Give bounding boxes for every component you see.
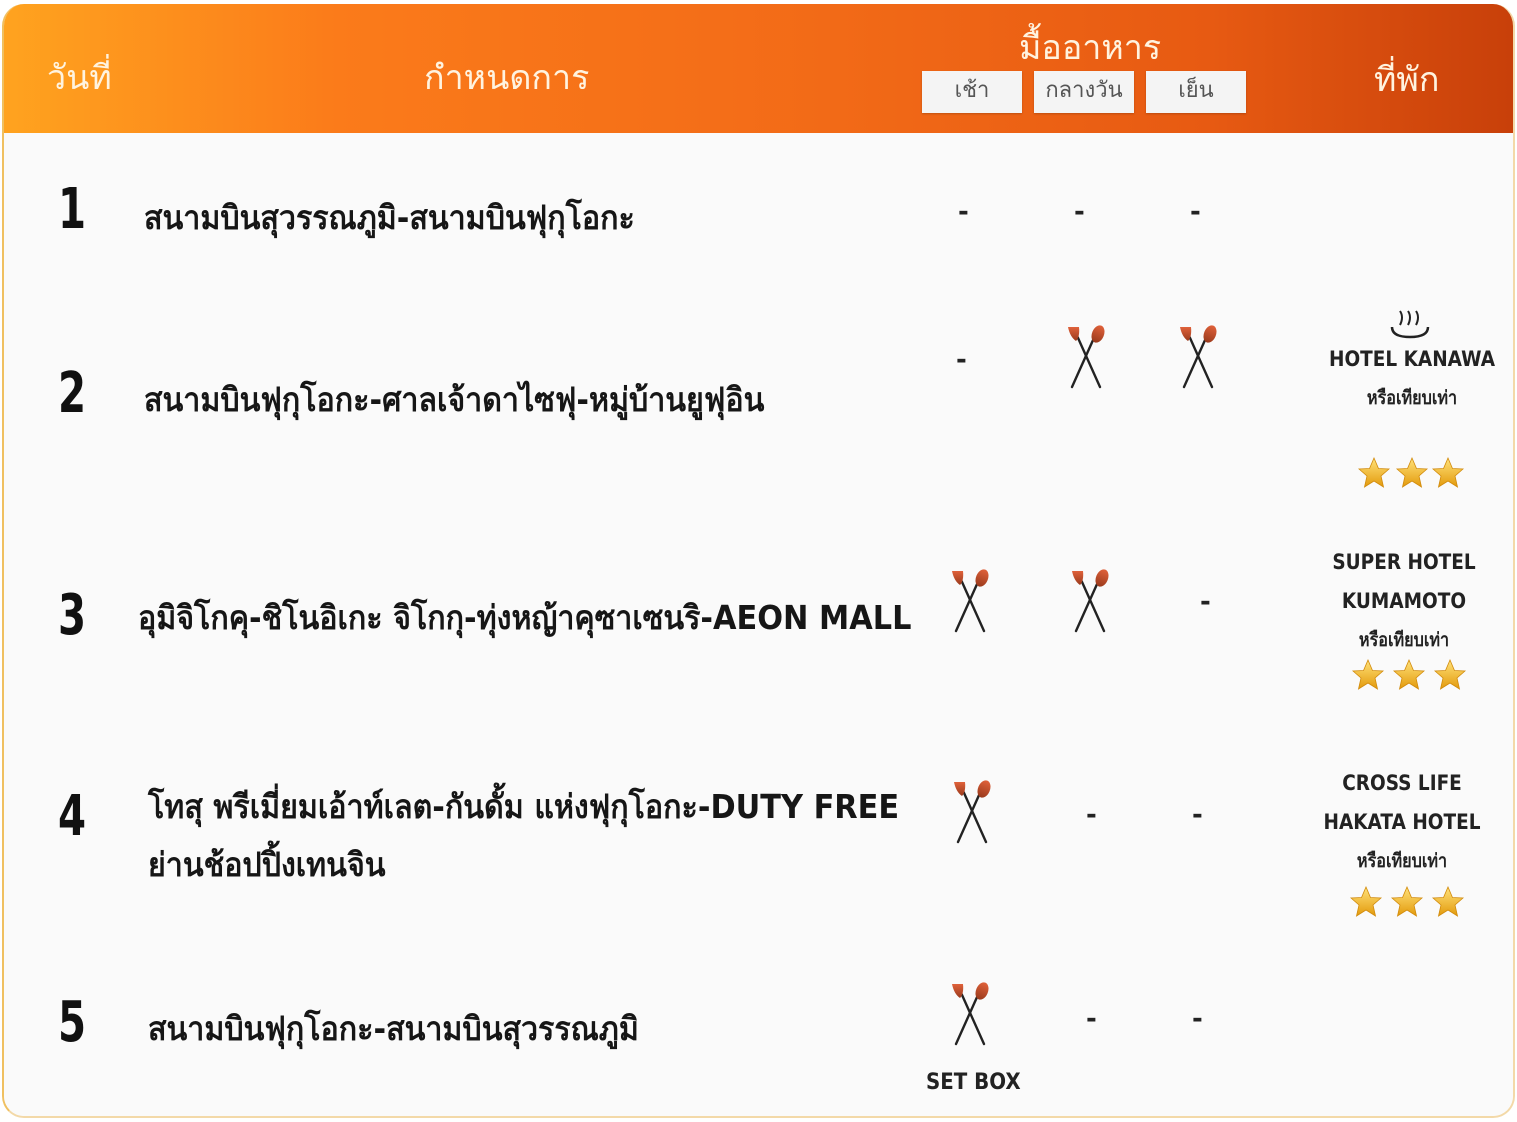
- meal-dinner-none: -: [1192, 800, 1203, 830]
- itinerary-text: อุมิจิโกคุ-ชิโนอิเกะ จิโกกุ-ทุ่งหญ้าคุซา…: [138, 598, 912, 637]
- day-number: 2: [58, 361, 87, 426]
- meal-dinner-none: -: [1192, 1004, 1203, 1034]
- table-row: 2 สนามบินฟุกุโอกะ-ศาลเจ้าดาไซฟุ-หมู่บ้าน…: [4, 285, 1513, 511]
- hotel-info: SUPER HOTEL KUMAMOTO หรือเทียบเท่า: [1304, 543, 1504, 660]
- table-row: 3 อุมิจิโกคุ-ชิโนอิเกะ จิโกกุ-ทุ่งหญ้าคุ…: [4, 509, 1513, 734]
- itinerary-table: วันที่ กำหนดการ มื้ออาหาร ที่พัก เช้า กล…: [2, 4, 1515, 1118]
- table-row: 4 โทสุ พรีเมี่ยมเอ้าท์เลต-กันดั้ม แห่งฟุ…: [4, 732, 1513, 942]
- header-hotel: ที่พัก: [1374, 60, 1440, 100]
- header-meal-lunch: กลางวัน: [1034, 71, 1134, 113]
- hotel-name: HOTEL KANAWA: [1328, 347, 1496, 371]
- hotel-name: CROSS LIFE: [1342, 771, 1462, 795]
- onsen-icon: [1390, 310, 1430, 339]
- header-meal-dinner: เย็น: [1146, 71, 1246, 113]
- meal-lunch-none: -: [1074, 197, 1085, 227]
- table-row: 5 สนามบินฟุกุโอกะ-สนามบินสุวรรณภูมิ SET …: [4, 940, 1513, 1116]
- header-meal-breakfast: เช้า: [922, 71, 1022, 113]
- day-number: 4: [58, 784, 87, 849]
- hotel-name-line2: HAKATA HOTEL: [1323, 810, 1481, 834]
- header-itinerary: กำหนดการ: [424, 58, 590, 98]
- itinerary-text: สนามบินฟุกุโอกะ-สนามบินสุวรรณภูมิ: [148, 1009, 639, 1048]
- meal-breakfast-icon: [950, 569, 993, 633]
- meal-lunch-none: -: [1086, 800, 1097, 830]
- hotel-or-equivalent: หรือเทียบเท่า: [1356, 850, 1448, 872]
- meal-lunch-icon: [1066, 325, 1109, 389]
- hotel-or-equivalent: หรือเทียบเท่า: [1366, 387, 1458, 409]
- day-number: 5: [58, 990, 87, 1055]
- itinerary-text: สนามบินสุวรรณภูมิ-สนามบินฟุกุโอกะ: [144, 198, 635, 237]
- meal-breakfast-none: -: [958, 197, 969, 227]
- meal-dinner-none: -: [1200, 587, 1211, 617]
- meal-dinner-none: -: [1190, 197, 1201, 227]
- itinerary-text-line1: โทสุ พรีเมี่ยมเอ้าท์เลต-กันดั้ม แห่งฟุกุ…: [148, 787, 900, 826]
- set-box-note: SET BOX: [926, 1070, 1021, 1095]
- table-header: วันที่ กำหนดการ มื้ออาหาร ที่พัก เช้า กล…: [4, 4, 1513, 133]
- header-meals: มื้ออาหาร: [1019, 28, 1162, 68]
- day-number: 1: [58, 177, 87, 242]
- meal-lunch-icon: [1070, 569, 1113, 633]
- meal-breakfast-none: -: [956, 345, 967, 375]
- day-number: 3: [58, 583, 87, 648]
- star-rating-icon: [1350, 886, 1464, 917]
- star-rating-icon: [1352, 659, 1466, 690]
- itinerary-text-line2: ย่านช้อปปิ้งเทนจิน: [148, 845, 386, 884]
- table-row: 1 สนามบินสุวรรณภูมิ-สนามบินฟุกุโอกะ - - …: [4, 133, 1513, 287]
- meal-lunch-none: -: [1086, 1004, 1097, 1034]
- hotel-name: SUPER HOTEL: [1332, 550, 1476, 574]
- header-day: วันที่: [47, 58, 112, 98]
- hotel-or-equivalent: หรือเทียบเท่า: [1358, 629, 1450, 651]
- meal-dinner-icon: [1178, 325, 1221, 389]
- hotel-name-line2: KUMAMOTO: [1341, 589, 1467, 613]
- meal-breakfast-icon: [952, 780, 995, 844]
- hotel-info: CROSS LIFE HAKATA HOTEL หรือเทียบเท่า: [1302, 764, 1502, 881]
- itinerary-text: สนามบินฟุกุโอกะ-ศาลเจ้าดาไซฟุ-หมู่บ้านยู…: [144, 380, 765, 419]
- hotel-info: HOTEL KANAWA หรือเทียบเท่า: [1312, 340, 1512, 418]
- meal-breakfast-icon: [950, 982, 993, 1046]
- star-rating-icon: [1358, 457, 1464, 488]
